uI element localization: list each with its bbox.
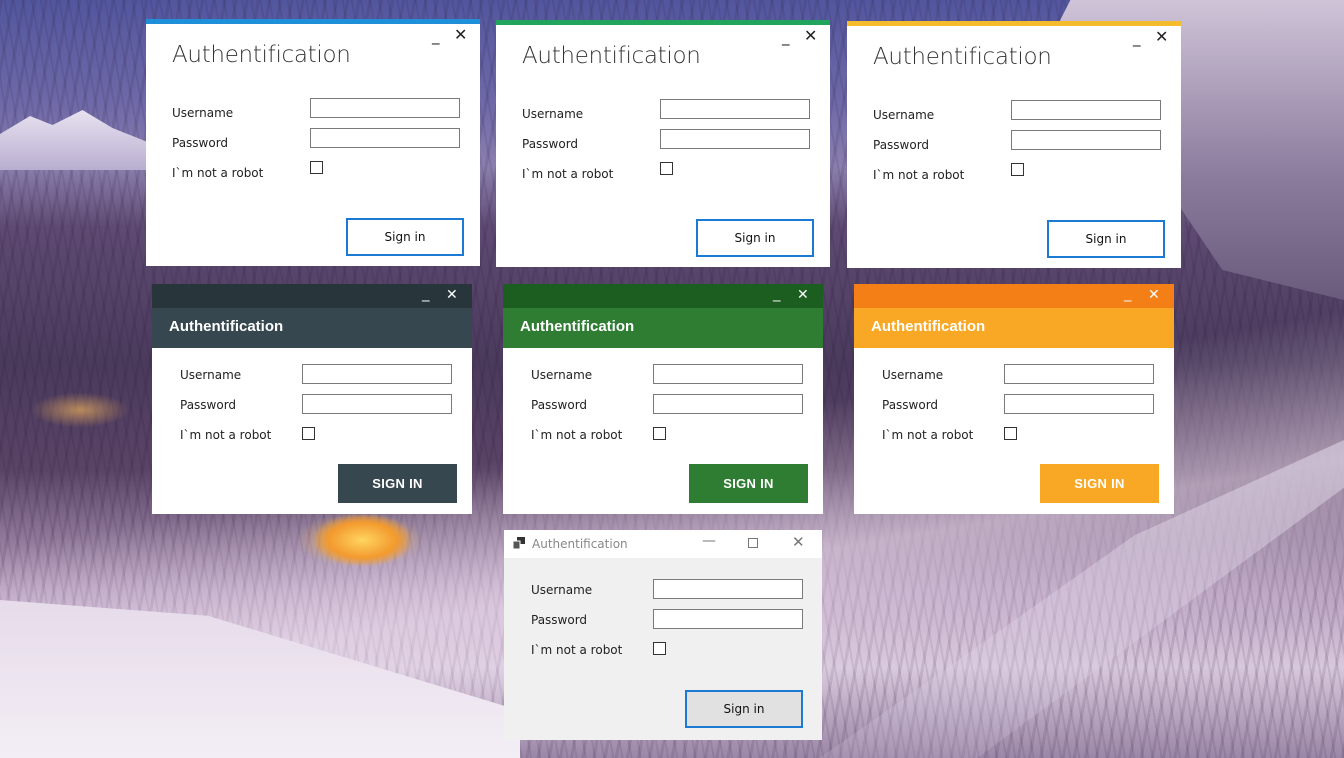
minimize-button[interactable]: —	[702, 534, 716, 549]
auth-window-metro-yellow: Authentification _ ✕ Username Password I…	[847, 21, 1181, 268]
minimize-button[interactable]: _	[432, 29, 440, 44]
robot-checkbox[interactable]	[1004, 427, 1017, 440]
close-button[interactable]: ✕	[1148, 288, 1160, 303]
password-input[interactable]	[1004, 394, 1154, 414]
password-label: Password	[873, 138, 930, 152]
robot-checkbox[interactable]	[653, 642, 666, 655]
username-input[interactable]	[653, 364, 803, 384]
username-label: Username	[873, 108, 935, 122]
app-icon	[513, 537, 525, 549]
password-label: Password	[882, 398, 939, 412]
robot-label: I`m not a robot	[180, 428, 272, 442]
username-input[interactable]	[653, 579, 803, 599]
window-title: Authentification	[871, 318, 986, 335]
window-title: Authentification	[520, 318, 635, 335]
close-button[interactable]: ✕	[792, 535, 805, 550]
username-label: Username	[531, 368, 593, 382]
window-header: Authentification	[854, 308, 1174, 348]
minimize-button[interactable]: _	[422, 286, 430, 301]
robot-label: I`m not a robot	[882, 428, 974, 442]
minimize-button[interactable]: _	[773, 286, 781, 301]
username-label: Username	[180, 368, 242, 382]
sign-in-button[interactable]: Sign in	[685, 690, 803, 728]
robot-label: I`m not a robot	[172, 166, 264, 180]
window-title: Authentification	[522, 43, 701, 69]
close-button[interactable]: ✕	[1155, 29, 1168, 45]
window-title: Authentification	[532, 537, 628, 551]
robot-checkbox[interactable]	[302, 427, 315, 440]
close-button[interactable]: ✕	[446, 288, 458, 303]
window-header: Authentification	[503, 308, 823, 348]
robot-label: I`m not a robot	[522, 167, 614, 181]
password-input[interactable]	[653, 609, 803, 629]
sign-in-button[interactable]: Sign in	[1047, 220, 1165, 258]
password-input[interactable]	[310, 128, 460, 148]
background-mountain-left	[0, 110, 150, 170]
password-label: Password	[180, 398, 237, 412]
close-button[interactable]: ✕	[797, 288, 809, 303]
username-label: Username	[531, 583, 593, 597]
password-label: Password	[531, 398, 588, 412]
robot-checkbox[interactable]	[1011, 163, 1024, 176]
window-title: Authentification	[169, 318, 284, 335]
close-button[interactable]: ✕	[454, 27, 467, 43]
window-titlebar[interactable]: Authentification — ✕	[504, 530, 822, 558]
robot-checkbox[interactable]	[653, 427, 666, 440]
sign-in-button[interactable]: SIGN IN	[689, 464, 808, 503]
maximize-button[interactable]	[748, 538, 758, 548]
username-label: Username	[522, 107, 584, 121]
robot-label: I`m not a robot	[531, 643, 623, 657]
window-header: Authentification	[152, 308, 472, 348]
username-input[interactable]	[1004, 364, 1154, 384]
window-title: Authentification	[172, 42, 351, 68]
robot-label: I`m not a robot	[873, 168, 965, 182]
username-label: Username	[172, 106, 234, 120]
background-lit-village	[315, 515, 410, 565]
password-input[interactable]	[302, 394, 452, 414]
password-label: Password	[522, 137, 579, 151]
username-input[interactable]	[660, 99, 810, 119]
sign-in-button[interactable]: SIGN IN	[338, 464, 457, 503]
password-input[interactable]	[660, 129, 810, 149]
password-input[interactable]	[1011, 130, 1161, 150]
robot-checkbox[interactable]	[310, 161, 323, 174]
minimize-button[interactable]: _	[1133, 31, 1141, 46]
auth-window-material-orange: Authentification _ ✕ Username Password I…	[854, 284, 1174, 514]
background-snow-field	[0, 600, 520, 758]
auth-window-material-dark: Authentification _ ✕ Username Password I…	[152, 284, 472, 514]
username-input[interactable]	[1011, 100, 1161, 120]
auth-window-material-green: Authentification _ ✕ Username Password I…	[503, 284, 823, 514]
sign-in-button[interactable]: Sign in	[346, 218, 464, 256]
minimize-button[interactable]: _	[782, 30, 790, 45]
sign-in-button[interactable]: Sign in	[696, 219, 814, 257]
password-label: Password	[531, 613, 588, 627]
window-title: Authentification	[873, 44, 1052, 70]
close-button[interactable]: ✕	[804, 28, 817, 44]
auth-window-classic: Authentification — ✕ Username Password I…	[504, 530, 822, 740]
password-input[interactable]	[653, 394, 803, 414]
robot-checkbox[interactable]	[660, 162, 673, 175]
auth-window-metro-blue: Authentification _ ✕ Username Password I…	[146, 19, 480, 266]
minimize-button[interactable]: _	[1124, 286, 1132, 301]
auth-window-metro-green: Authentification _ ✕ Username Password I…	[496, 20, 830, 267]
password-label: Password	[172, 136, 229, 150]
username-label: Username	[882, 368, 944, 382]
robot-label: I`m not a robot	[531, 428, 623, 442]
username-input[interactable]	[302, 364, 452, 384]
username-input[interactable]	[310, 98, 460, 118]
sign-in-button[interactable]: SIGN IN	[1040, 464, 1159, 503]
